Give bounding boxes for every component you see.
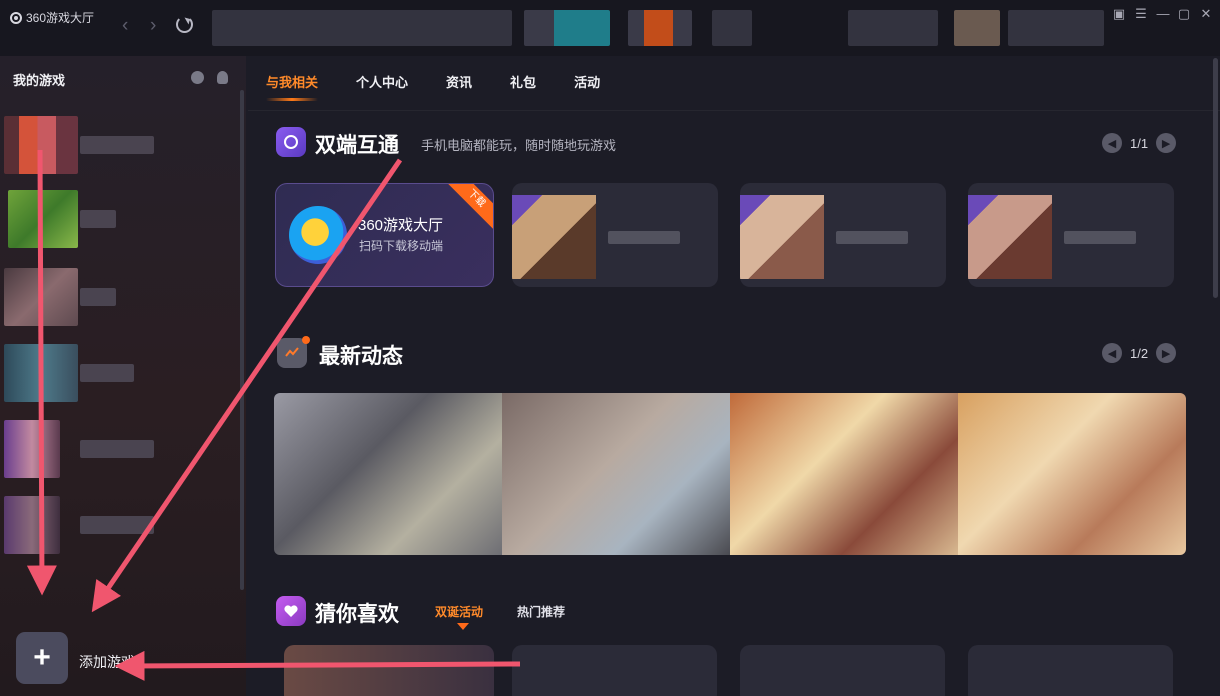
tab-events[interactable]: 活动 (574, 72, 600, 91)
game-card[interactable] (740, 183, 946, 287)
main-scrollbar[interactable] (1213, 58, 1218, 298)
pinned-game-tile[interactable] (628, 10, 692, 46)
game-name (608, 231, 680, 244)
pager-next-button[interactable]: ▶ (1156, 343, 1177, 363)
dual-pager: ◀ 1/1 ▶ (1102, 133, 1177, 153)
app-logo: 360游戏大厅 (10, 9, 94, 26)
pinned-game-tile[interactable] (848, 10, 938, 46)
game-name (80, 364, 134, 382)
mobile-download-card[interactable]: 360游戏大厅 扫码下载移动端 下载 (275, 183, 494, 287)
menu-icon[interactable]: ☰ (1132, 6, 1150, 22)
news-banner[interactable] (274, 393, 502, 555)
tab-christmas-event[interactable]: 双诞活动 (435, 603, 483, 630)
game-name (80, 440, 154, 458)
news-banner[interactable] (502, 393, 730, 555)
user-avatar[interactable] (954, 10, 1000, 46)
game-list-item[interactable] (0, 268, 236, 328)
tab-news[interactable]: 资讯 (446, 72, 472, 91)
game-thumbnail (4, 116, 78, 174)
game-name (80, 210, 116, 228)
title-bar: 360游戏大厅 ‹ › ▣ ☰ — ▢ ✕ (0, 0, 1220, 56)
tab-hot-picks[interactable]: 热门推荐 (517, 603, 565, 620)
pager-next-button[interactable]: ▶ (1156, 133, 1177, 153)
game-thumbnail (740, 195, 824, 279)
tab-gifts[interactable]: 礼包 (510, 72, 536, 91)
game-card[interactable] (284, 645, 494, 696)
sidebar-title: 我的游戏 (13, 73, 66, 88)
game-name (1064, 231, 1136, 244)
game-name (836, 231, 908, 244)
sidebar: 我的游戏 + 添加游戏 (0, 56, 246, 696)
pinned-games-strip[interactable] (212, 10, 512, 46)
game-list-item[interactable] (0, 190, 236, 250)
game-list-item[interactable] (0, 496, 236, 556)
new-dot (302, 336, 310, 344)
game-list-item[interactable] (0, 116, 236, 176)
game-thumbnail (512, 195, 596, 279)
pager-prev-button[interactable]: ◀ (1102, 343, 1122, 363)
game-thumbnail (4, 420, 60, 478)
minimize-button[interactable]: — (1154, 6, 1172, 21)
add-game-button[interactable]: + (16, 632, 68, 684)
user-info[interactable] (1008, 10, 1104, 46)
section-title-guess: 猜你喜欢 (315, 603, 399, 626)
promo-subtitle: 扫码下载移动端 (359, 239, 444, 253)
game-card[interactable] (740, 645, 945, 696)
game-name (80, 288, 116, 306)
game-name (80, 136, 154, 154)
game-list-item[interactable] (0, 420, 236, 480)
tab-divider (248, 110, 1220, 111)
cross-platform-icon (276, 127, 306, 157)
heart-icon (276, 596, 306, 626)
refresh-icon[interactable] (176, 16, 193, 33)
sidebar-scrollbar[interactable] (240, 90, 244, 590)
tab-related[interactable]: 与我相关 (266, 72, 319, 101)
game-thumbnail (4, 496, 60, 554)
game-card[interactable] (968, 183, 1174, 287)
download-badge: 下载 (444, 184, 493, 231)
promo-title: 360游戏大厅 (358, 217, 444, 234)
game-thumbnail (4, 344, 78, 402)
news-pager: ◀ 1/2 ▶ (1102, 343, 1177, 363)
game-card[interactable] (512, 183, 718, 287)
pager-indicator: 1/1 (1130, 135, 1149, 151)
tab-personal-center[interactable]: 个人中心 (356, 72, 408, 91)
game-card[interactable] (968, 645, 1173, 696)
app-logo-icon (289, 206, 347, 264)
feedback-icon[interactable]: ▣ (1110, 6, 1128, 22)
news-banner-strip[interactable] (274, 393, 1186, 555)
section-title-dual: 双端互通 (315, 134, 399, 157)
add-game-label[interactable]: 添加游戏 (79, 652, 135, 672)
back-button[interactable]: ‹ (122, 15, 128, 37)
app-logo-icon (10, 11, 22, 24)
pinned-game-tile[interactable] (524, 10, 610, 46)
section-title-news: 最新动态 (319, 345, 403, 368)
news-banner[interactable] (730, 393, 958, 555)
user-icon[interactable] (217, 71, 228, 84)
forward-button[interactable]: › (150, 15, 156, 37)
close-button[interactable]: ✕ (1197, 6, 1215, 22)
news-banner[interactable] (958, 393, 1186, 555)
pinned-game-tile[interactable] (712, 10, 752, 46)
game-list-item[interactable] (0, 344, 236, 404)
settings-icon[interactable] (191, 71, 204, 84)
pager-prev-button[interactable]: ◀ (1102, 133, 1122, 153)
game-thumbnail (4, 268, 78, 326)
main-tabs: 与我相关 个人中心 资讯 礼包 活动 (266, 72, 638, 101)
game-card[interactable] (512, 645, 717, 696)
section-subtitle-dual: 手机电脑都能玩，随时随地玩游戏 (421, 138, 617, 153)
app-title: 360游戏大厅 (26, 11, 95, 25)
game-thumbnail (8, 190, 78, 248)
game-thumbnail (968, 195, 1052, 279)
pager-indicator: 1/2 (1130, 345, 1149, 361)
maximize-button[interactable]: ▢ (1175, 6, 1193, 22)
game-name (80, 516, 154, 534)
